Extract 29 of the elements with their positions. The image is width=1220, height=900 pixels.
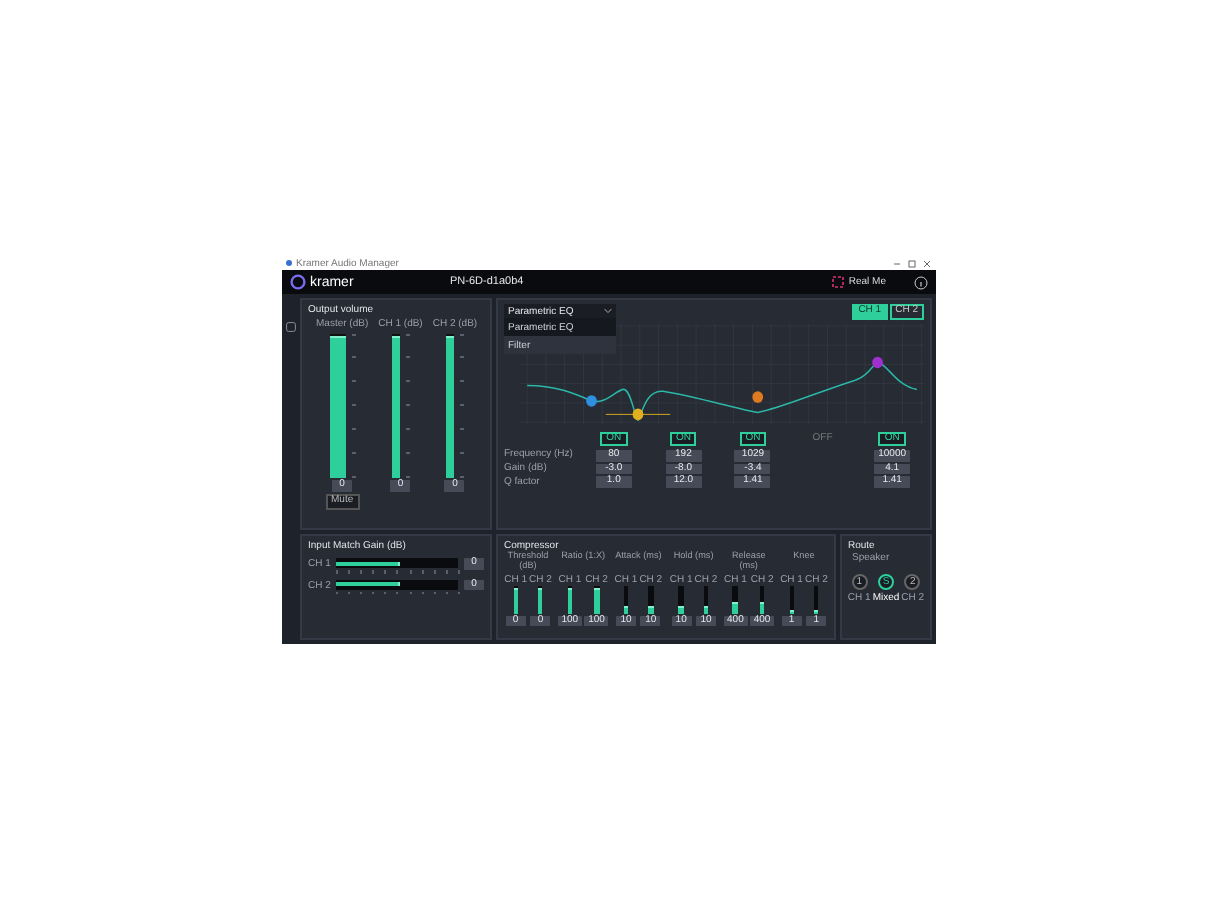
band-handle[interactable]: [632, 407, 644, 420]
logo-icon: [290, 274, 306, 290]
volume-slider[interactable]: [445, 333, 454, 477]
collapse-icon[interactable]: [286, 322, 296, 332]
caret-icon: [604, 308, 612, 315]
band-handle[interactable]: [752, 390, 764, 402]
compressor-slider[interactable]: [703, 586, 709, 614]
window-controls-icon[interactable]: [892, 259, 932, 267]
band-handle[interactable]: [586, 394, 597, 406]
volume-slider[interactable]: [329, 333, 346, 477]
gain-slider[interactable]: [336, 558, 458, 568]
compressor-slider[interactable]: [567, 586, 573, 614]
compressor-slider[interactable]: [513, 586, 519, 614]
info-icon[interactable]: [914, 275, 928, 289]
compressor-slider[interactable]: [537, 586, 543, 614]
compressor-slider[interactable]: [678, 586, 684, 614]
compressor-slider[interactable]: [759, 586, 765, 614]
compressor-slider[interactable]: [813, 586, 819, 614]
compressor-slider[interactable]: [648, 586, 654, 614]
compressor-slider[interactable]: [594, 586, 600, 614]
compressor-slider[interactable]: [732, 586, 738, 614]
band-handle[interactable]: [872, 355, 883, 368]
gain-slider[interactable]: [336, 579, 458, 589]
bandwidth-line: [605, 412, 671, 414]
volume-slider[interactable]: [391, 333, 400, 477]
identify-icon[interactable]: [832, 276, 845, 288]
compressor-slider[interactable]: [789, 586, 795, 614]
app-icon: [286, 260, 292, 266]
compressor-slider[interactable]: [623, 586, 629, 614]
